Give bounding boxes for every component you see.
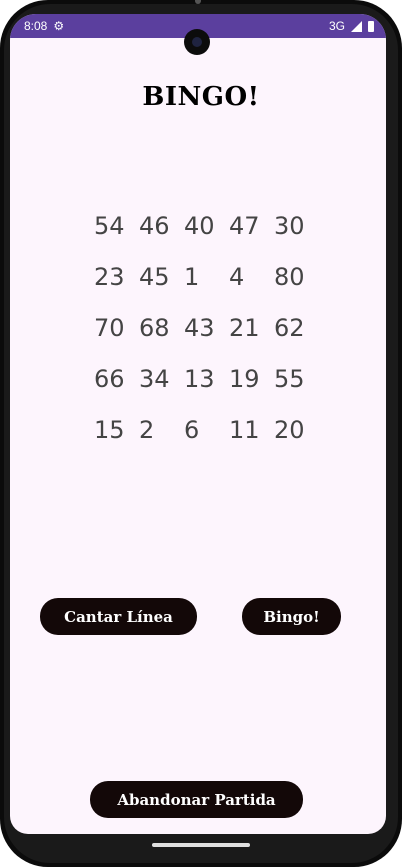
bingo-number: 15 xyxy=(94,416,125,444)
bingo-card: 54 46 40 47 30 23 45 1 4 80 70 68 43 21 … xyxy=(82,208,322,448)
bingo-number: 45 xyxy=(139,263,170,291)
front-camera xyxy=(184,29,210,55)
bingo-number: 34 xyxy=(139,365,170,393)
bingo-number: 1 xyxy=(184,263,200,291)
signal-icon xyxy=(351,20,362,32)
bingo-number: 68 xyxy=(139,314,170,342)
abandonar-partida-button[interactable]: Abandonar Partida xyxy=(90,781,303,818)
bingo-number: 30 xyxy=(274,212,305,240)
bingo-number: 23 xyxy=(94,263,125,291)
bingo-number: 40 xyxy=(184,212,215,240)
page-title: BINGO! xyxy=(142,82,260,112)
bingo-number: 19 xyxy=(229,365,260,393)
bingo-number: 47 xyxy=(229,212,260,240)
status-time: 8:08 xyxy=(24,19,48,33)
bingo-number: 21 xyxy=(229,314,260,342)
bingo-number: 54 xyxy=(94,212,125,240)
bingo-number: 66 xyxy=(94,365,125,393)
cantar-linea-button[interactable]: Cantar Línea xyxy=(40,598,197,635)
camera-lens xyxy=(192,37,202,47)
bingo-number: 4 xyxy=(229,263,245,291)
bingo-number: 46 xyxy=(139,212,170,240)
gear-icon: ⚙ xyxy=(53,19,65,33)
bingo-button[interactable]: Bingo! xyxy=(242,598,341,635)
bingo-number: 62 xyxy=(274,314,305,342)
battery-icon xyxy=(368,20,374,32)
bingo-number: 11 xyxy=(229,416,260,444)
bingo-number: 70 xyxy=(94,314,125,342)
network-type: 3G xyxy=(328,19,345,33)
bingo-number: 6 xyxy=(184,416,200,444)
bingo-number: 80 xyxy=(274,263,305,291)
bingo-number: 43 xyxy=(184,314,215,342)
bingo-number: 2 xyxy=(139,416,155,444)
home-indicator[interactable] xyxy=(152,843,250,847)
bingo-number: 20 xyxy=(274,416,305,444)
bingo-number: 55 xyxy=(274,365,305,393)
bingo-number: 13 xyxy=(184,365,215,393)
